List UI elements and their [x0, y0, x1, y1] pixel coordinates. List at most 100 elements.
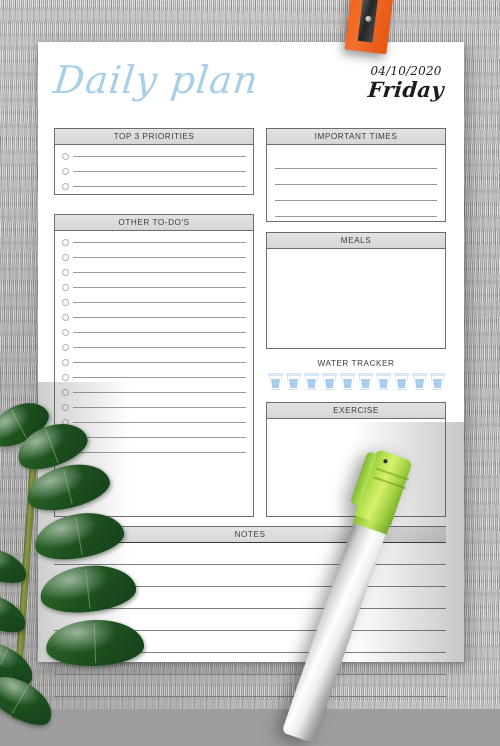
checkbox-circle-icon[interactable] — [62, 314, 69, 321]
checkbox-circle-icon[interactable] — [62, 329, 69, 336]
checklist-row[interactable] — [62, 179, 246, 194]
water-glass-rim — [412, 373, 427, 376]
checkbox-circle-icon[interactable] — [62, 239, 69, 246]
checklist-row[interactable] — [62, 340, 246, 355]
water-glass-fill — [289, 379, 298, 388]
section-important-times: IMPORTANT TIMES — [266, 128, 446, 222]
checkbox-circle-icon[interactable] — [62, 389, 69, 396]
checkbox-circle-icon[interactable] — [62, 168, 69, 175]
write-line[interactable] — [73, 317, 246, 318]
checkbox-circle-icon[interactable] — [62, 359, 69, 366]
checkbox-circle-icon[interactable] — [62, 404, 69, 411]
water-glass-rim — [322, 373, 337, 376]
water-glass-icon[interactable] — [340, 373, 355, 390]
water-glass-rim — [394, 373, 409, 376]
water-glass-icon[interactable] — [268, 373, 283, 390]
water-glass-fill — [397, 379, 406, 388]
write-line[interactable] — [73, 257, 246, 258]
water-glass-rim — [286, 373, 301, 376]
meals-writing-area[interactable] — [267, 249, 445, 349]
checkbox-circle-icon[interactable] — [62, 344, 69, 351]
write-line[interactable] — [73, 171, 246, 172]
pen-cap-dot — [382, 458, 388, 464]
write-line[interactable] — [73, 347, 246, 348]
water-glass-fill — [307, 379, 316, 388]
important-times-rows[interactable] — [267, 145, 445, 233]
write-line[interactable] — [73, 156, 246, 157]
water-glass-rim — [358, 373, 373, 376]
checkbox-circle-icon[interactable] — [62, 299, 69, 306]
checkbox-circle-icon[interactable] — [62, 183, 69, 190]
water-glass-rim — [304, 373, 319, 376]
checklist-row[interactable] — [62, 355, 246, 370]
water-glass-fill — [361, 379, 370, 388]
date-number: 04/10/2020 — [370, 64, 442, 78]
checklist-row[interactable] — [62, 325, 246, 340]
write-line[interactable] — [275, 201, 437, 217]
section-header-meals: MEALS — [267, 233, 445, 249]
section-meals: MEALS — [266, 232, 446, 349]
write-line[interactable] — [73, 407, 246, 408]
write-line[interactable] — [73, 242, 246, 243]
water-glass-icon[interactable] — [304, 373, 319, 390]
water-tracker-glasses[interactable] — [268, 373, 445, 390]
orange-clip-icon — [344, 0, 394, 55]
checkbox-circle-icon[interactable] — [62, 254, 69, 261]
write-line[interactable] — [73, 392, 246, 393]
water-glass-rim — [268, 373, 283, 376]
checkbox-circle-icon[interactable] — [62, 284, 69, 291]
plant-leaf — [30, 506, 128, 566]
water-glass-icon[interactable] — [358, 373, 373, 390]
write-line[interactable] — [73, 332, 246, 333]
checklist-row[interactable] — [62, 295, 246, 310]
water-glass-icon[interactable] — [430, 373, 445, 390]
write-line[interactable] — [73, 272, 246, 273]
section-header-important-times: IMPORTANT TIMES — [267, 129, 445, 145]
checkbox-circle-icon[interactable] — [62, 374, 69, 381]
water-glass-icon[interactable] — [412, 373, 427, 390]
water-glass-icon[interactable] — [394, 373, 409, 390]
priorities-rows[interactable] — [55, 145, 253, 194]
checklist-row[interactable] — [62, 265, 246, 280]
water-glass-fill — [271, 379, 280, 388]
write-line[interactable] — [73, 362, 246, 363]
checkbox-circle-icon[interactable] — [62, 153, 69, 160]
checklist-row[interactable] — [62, 235, 246, 250]
checklist-row[interactable] — [62, 149, 246, 164]
write-line[interactable] — [275, 217, 437, 233]
water-glass-icon[interactable] — [376, 373, 391, 390]
write-line[interactable] — [73, 287, 246, 288]
checklist-row[interactable] — [62, 370, 246, 385]
plant-decoration — [0, 393, 180, 734]
section-header-water-tracker: WATER TRACKER — [317, 359, 395, 368]
water-glass-rim — [340, 373, 355, 376]
write-line[interactable] — [73, 186, 246, 187]
checklist-row[interactable] — [62, 280, 246, 295]
checklist-row[interactable] — [62, 310, 246, 325]
plant-leaf — [45, 618, 145, 668]
section-header-other-todos: OTHER TO-DO'S — [55, 215, 253, 231]
water-glass-fill — [325, 379, 334, 388]
section-header-top-priorities: TOP 3 PRIORITIES — [55, 129, 253, 145]
checkbox-circle-icon[interactable] — [62, 269, 69, 276]
page-title: Daily plan — [51, 58, 261, 102]
water-glass-fill — [379, 379, 388, 388]
water-glass-icon[interactable] — [286, 373, 301, 390]
water-glass-fill — [415, 379, 424, 388]
write-line[interactable] — [73, 302, 246, 303]
water-glass-rim — [430, 373, 445, 376]
water-glass-fill — [343, 379, 352, 388]
write-line[interactable] — [275, 153, 437, 169]
pen-cap-ring-2 — [373, 476, 407, 489]
write-line[interactable] — [275, 185, 437, 201]
write-line[interactable] — [275, 169, 437, 185]
section-header-exercise: EXERCISE — [267, 403, 445, 419]
checklist-row[interactable] — [62, 400, 246, 415]
date-block: 04/10/2020 Friday — [367, 64, 446, 102]
water-glass-icon[interactable] — [322, 373, 337, 390]
checklist-row[interactable] — [62, 385, 246, 400]
date-weekday: Friday — [367, 77, 446, 102]
write-line[interactable] — [73, 377, 246, 378]
checklist-row[interactable] — [62, 250, 246, 265]
checklist-row[interactable] — [62, 164, 246, 179]
